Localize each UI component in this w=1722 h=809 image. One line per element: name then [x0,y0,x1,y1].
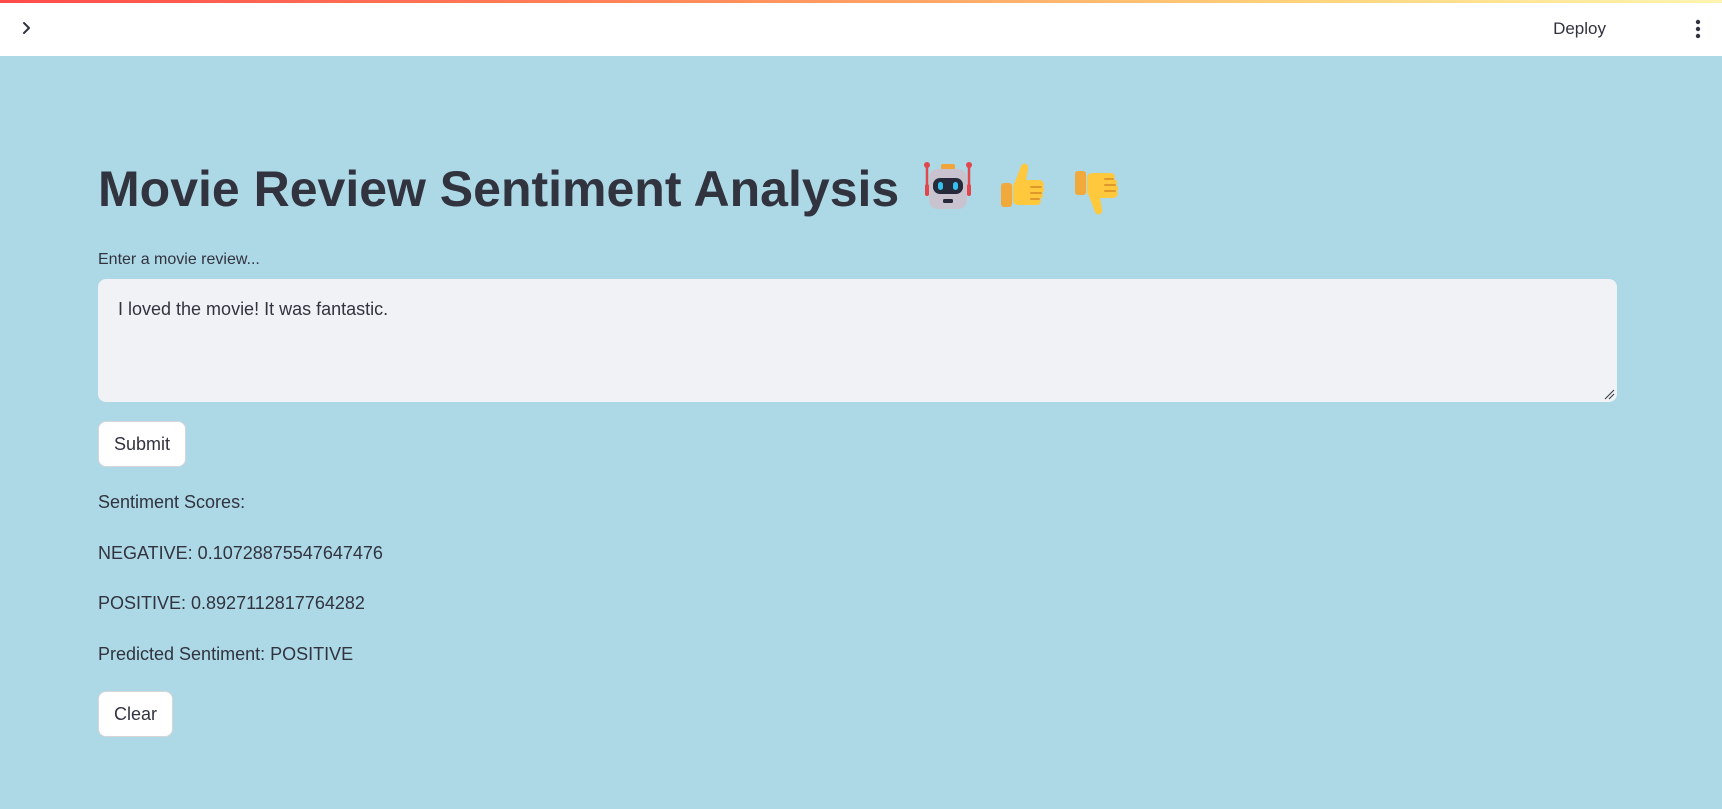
sentiment-scores-heading: Sentiment Scores: [98,492,246,512]
review-input-label: Enter a movie review... [98,251,260,268]
app-header: Deploy [0,3,1722,56]
clear-button[interactable]: Clear [98,691,174,737]
sidebar-toggle-button[interactable] [14,15,40,41]
positive-score: POSITIVE: 0.8927112817764282 [98,593,365,613]
main-menu-button[interactable] [1686,17,1710,41]
negative-score: NEGATIVE: 0.10728875547647476 [98,543,383,563]
predicted-sentiment: Predicted Sentiment: POSITIVE [98,644,354,664]
review-input[interactable]: I loved the movie! It was fantastic. [98,279,1617,402]
title-emojis [919,160,1125,218]
page-title-text: Movie Review Sentiment Analysis [98,161,900,217]
thumbs-down-icon [1075,171,1119,215]
deploy-button[interactable]: Deploy [1553,19,1606,39]
resize-handle-icon[interactable] [1603,388,1615,400]
submit-button[interactable]: Submit [98,421,187,467]
chevron-right-icon [23,22,30,34]
robot-icon [924,162,973,209]
review-input-container: I loved the movie! It was fantastic. [98,279,1617,402]
thumbs-up-icon [1001,163,1045,207]
page-title: Movie Review Sentiment Analysis [98,160,1125,218]
kebab-menu-icon [1695,19,1701,39]
